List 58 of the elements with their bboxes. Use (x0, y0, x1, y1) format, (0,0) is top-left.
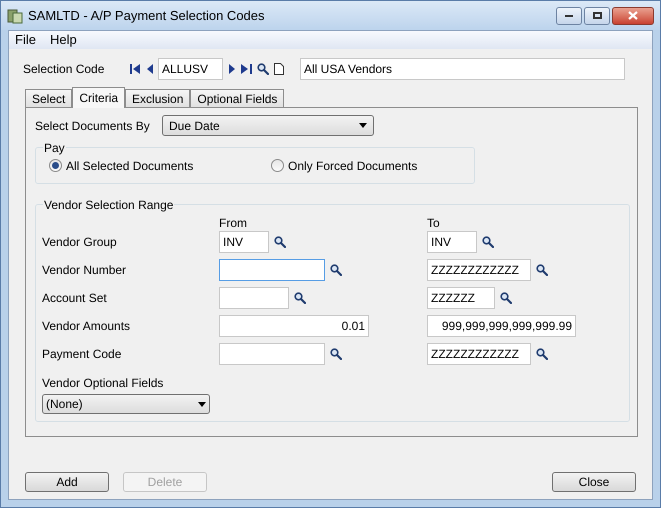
dropdown[interactable]: (None) (42, 394, 210, 414)
code-field[interactable]: ALLUSV (158, 58, 223, 80)
push-button[interactable]: Close (552, 472, 636, 492)
push-button[interactable]: Add (25, 472, 109, 492)
window-title: SAMLTD - A/P Payment Selection Codes (28, 6, 265, 25)
close-button[interactable] (612, 6, 654, 24)
caret-icon (359, 123, 367, 128)
field-label: Vendor Amounts (42, 318, 132, 335)
radio-label: Only Forced Documents (288, 158, 418, 174)
column-label: From (219, 215, 248, 228)
text-field[interactable]: ZZZZZZ (427, 287, 495, 309)
text-field[interactable] (219, 343, 325, 365)
field-label: Account Set (42, 290, 108, 307)
radio-button[interactable] (49, 159, 62, 172)
field-label: Select Documents By (35, 118, 151, 134)
next-record-icon[interactable] (229, 64, 235, 74)
column-label: To (427, 215, 440, 228)
search-icon[interactable] (274, 236, 286, 248)
new-document-icon[interactable] (274, 63, 284, 75)
menu-item[interactable]: File (15, 30, 36, 50)
field-label: Payment Code (42, 346, 122, 363)
text-field[interactable] (219, 287, 289, 309)
app-icon (7, 8, 23, 24)
search-icon[interactable] (330, 348, 342, 360)
field-label: Vendor Group (42, 234, 118, 251)
radio-label: All Selected Documents (66, 158, 194, 174)
text-field[interactable]: 999,999,999,999,999.99 (427, 315, 576, 337)
text-field[interactable] (219, 259, 325, 281)
description-field[interactable]: All USA Vendors (300, 58, 625, 80)
text-field[interactable]: ZZZZZZZZZZZZ (427, 343, 531, 365)
field-label: Vendor Number (42, 262, 128, 279)
radio-button[interactable] (271, 159, 284, 172)
search-icon[interactable] (294, 292, 306, 304)
search-icon[interactable] (500, 292, 512, 304)
tab[interactable]: Select (25, 89, 72, 107)
text-field[interactable]: INV (219, 231, 269, 253)
text-field[interactable]: ZZZZZZZZZZZZ (427, 259, 531, 281)
dropdown[interactable]: Due Date (162, 115, 374, 136)
close-icon (628, 11, 638, 20)
search-icon[interactable] (536, 264, 548, 276)
minimize-button[interactable] (556, 6, 582, 24)
search-icon[interactable] (330, 264, 342, 276)
field-label: Selection Code (23, 61, 106, 78)
text-field[interactable]: 0.01 (219, 315, 369, 337)
caret-icon (198, 402, 206, 406)
search-icon[interactable] (482, 236, 494, 248)
search-icon[interactable] (536, 348, 548, 360)
field-label: Vendor Optional Fields (42, 375, 164, 392)
text-field[interactable]: INV (427, 231, 477, 253)
search-icon[interactable] (257, 63, 269, 75)
menu-item[interactable]: Help (50, 30, 77, 50)
previous-record-icon[interactable] (147, 64, 153, 74)
tab[interactable]: Exclusion (125, 89, 190, 107)
maximize-button[interactable] (584, 6, 610, 24)
tab[interactable]: Criteria (72, 87, 126, 108)
first-record-icon[interactable] (130, 64, 141, 74)
tab[interactable]: Optional Fields (190, 89, 284, 107)
last-record-icon[interactable] (241, 64, 252, 74)
